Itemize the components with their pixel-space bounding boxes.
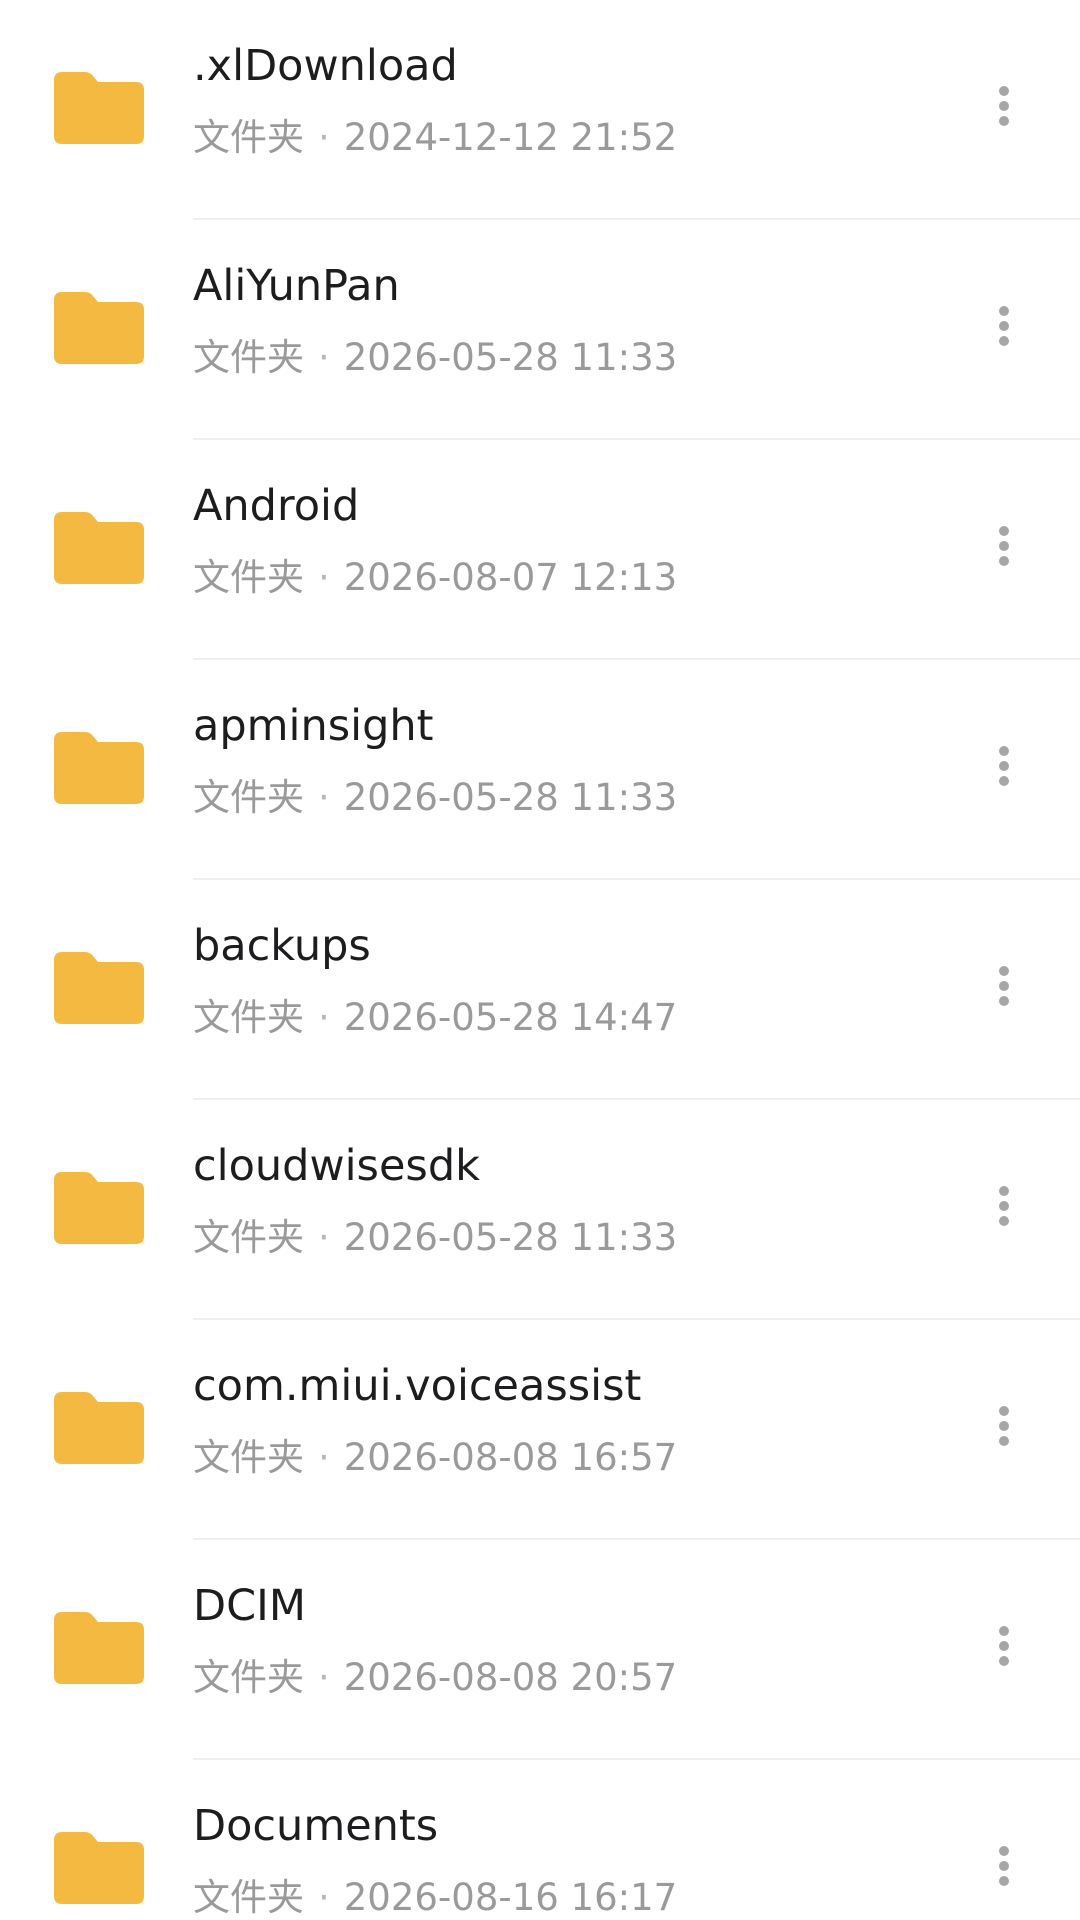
item-type: 文件夹 <box>193 1436 304 1479</box>
list-item[interactable]: Documents 文件夹 · 2026-08-16 16:17 <box>0 1760 1080 1920</box>
more-vertical-icon[interactable] <box>980 74 1028 138</box>
item-text: DCIM 文件夹 · 2026-08-08 20:57 <box>193 1580 953 1700</box>
item-meta: 文件夹 · 2026-05-28 11:33 <box>193 776 953 820</box>
meta-separator: · <box>318 1876 330 1919</box>
folder-icon <box>54 1172 144 1244</box>
list-item[interactable]: Android 文件夹 · 2026-08-07 12:13 <box>0 440 1080 660</box>
item-name: DCIM <box>193 1581 306 1631</box>
more-vertical-icon[interactable] <box>980 1394 1028 1458</box>
item-type: 文件夹 <box>193 556 304 599</box>
meta-separator: · <box>318 1436 330 1479</box>
list-item[interactable]: DCIM 文件夹 · 2026-08-08 20:57 <box>0 1540 1080 1760</box>
meta-separator: · <box>318 776 330 819</box>
more-vertical-icon[interactable] <box>980 1834 1028 1898</box>
folder-icon <box>54 1612 144 1684</box>
folder-icon <box>54 1392 144 1464</box>
item-modified-time: 2026-05-28 11:33 <box>343 776 678 819</box>
item-name: Android <box>193 481 360 531</box>
folder-icon <box>54 512 144 584</box>
meta-separator: · <box>318 556 330 599</box>
list-item[interactable]: com.miui.voiceassist 文件夹 · 2026-08-08 16:5… <box>0 1320 1080 1540</box>
item-type: 文件夹 <box>193 116 304 159</box>
item-meta: 文件夹 · 2024-12-12 21:52 <box>193 116 953 160</box>
meta-separator: · <box>318 336 330 379</box>
item-modified-time: 2026-05-28 14:47 <box>343 996 678 1039</box>
more-vertical-icon[interactable] <box>980 514 1028 578</box>
more-vertical-icon[interactable] <box>980 954 1028 1018</box>
item-modified-time: 2026-08-08 20:57 <box>343 1656 678 1699</box>
item-modified-time: 2026-08-08 16:57 <box>343 1436 678 1479</box>
folder-icon <box>54 72 144 144</box>
list-item[interactable]: backups 文件夹 · 2026-05-28 14:47 <box>0 880 1080 1100</box>
item-meta: 文件夹 · 2026-08-16 16:17 <box>193 1876 953 1920</box>
more-vertical-icon[interactable] <box>980 1614 1028 1678</box>
more-vertical-icon[interactable] <box>980 1174 1028 1238</box>
item-type: 文件夹 <box>193 996 304 1039</box>
item-modified-time: 2024-12-12 21:52 <box>343 116 678 159</box>
item-text: AliYunPan 文件夹 · 2026-05-28 11:33 <box>193 260 953 380</box>
item-meta: 文件夹 · 2026-08-08 20:57 <box>193 1656 953 1700</box>
item-type: 文件夹 <box>193 1216 304 1259</box>
item-name: AliYunPan <box>193 261 400 311</box>
item-text: Documents 文件夹 · 2026-08-16 16:17 <box>193 1800 953 1920</box>
meta-separator: · <box>318 1656 330 1699</box>
item-text: apminsight 文件夹 · 2026-05-28 11:33 <box>193 700 953 820</box>
more-vertical-icon[interactable] <box>980 734 1028 798</box>
item-meta: 文件夹 · 2026-05-28 11:33 <box>193 336 953 380</box>
list-item[interactable]: AliYunPan 文件夹 · 2026-05-28 11:33 <box>0 220 1080 440</box>
item-modified-time: 2026-05-28 11:33 <box>343 336 678 379</box>
meta-separator: · <box>318 116 330 159</box>
item-modified-time: 2026-08-07 12:13 <box>343 556 678 599</box>
item-name: backups <box>193 921 371 971</box>
more-vertical-icon[interactable] <box>980 294 1028 358</box>
item-text: com.miui.voiceassist 文件夹 · 2026-08-08 16:5… <box>193 1360 953 1480</box>
item-name: Documents <box>193 1801 439 1851</box>
item-modified-time: 2026-08-16 16:17 <box>343 1876 678 1919</box>
item-name: cloudwisesdk <box>193 1141 481 1191</box>
item-modified-time: 2026-05-28 11:33 <box>343 1216 678 1259</box>
folder-icon <box>54 732 144 804</box>
meta-separator: · <box>318 1216 330 1259</box>
item-name: .xlDownload <box>193 41 458 91</box>
item-text: backups 文件夹 · 2026-05-28 14:47 <box>193 920 953 1040</box>
item-text: .xlDownload 文件夹 · 2024-12-12 21:52 <box>193 40 953 160</box>
folder-icon <box>54 1832 144 1904</box>
item-type: 文件夹 <box>193 776 304 819</box>
item-type: 文件夹 <box>193 1876 304 1919</box>
list-item[interactable]: apminsight 文件夹 · 2026-05-28 11:33 <box>0 660 1080 880</box>
folder-icon <box>54 952 144 1024</box>
list-item[interactable]: cloudwisesdk 文件夹 · 2026-05-28 11:33 <box>0 1100 1080 1320</box>
item-name: com.miui.voiceassist <box>193 1361 642 1411</box>
item-text: cloudwisesdk 文件夹 · 2026-05-28 11:33 <box>193 1140 953 1260</box>
item-type: 文件夹 <box>193 336 304 379</box>
folder-icon <box>54 292 144 364</box>
file-list: .xlDownload 文件夹 · 2024-12-12 21:52 AliYunP… <box>0 0 1080 1920</box>
list-item[interactable]: .xlDownload 文件夹 · 2024-12-12 21:52 <box>0 0 1080 220</box>
item-meta: 文件夹 · 2026-08-08 16:57 <box>193 1436 953 1480</box>
item-type: 文件夹 <box>193 1656 304 1699</box>
meta-separator: · <box>318 996 330 1039</box>
item-meta: 文件夹 · 2026-05-28 14:47 <box>193 996 953 1040</box>
item-text: Android 文件夹 · 2026-08-07 12:13 <box>193 480 953 600</box>
item-name: apminsight <box>193 701 434 751</box>
item-meta: 文件夹 · 2026-05-28 11:33 <box>193 1216 953 1260</box>
item-meta: 文件夹 · 2026-08-07 12:13 <box>193 556 953 600</box>
